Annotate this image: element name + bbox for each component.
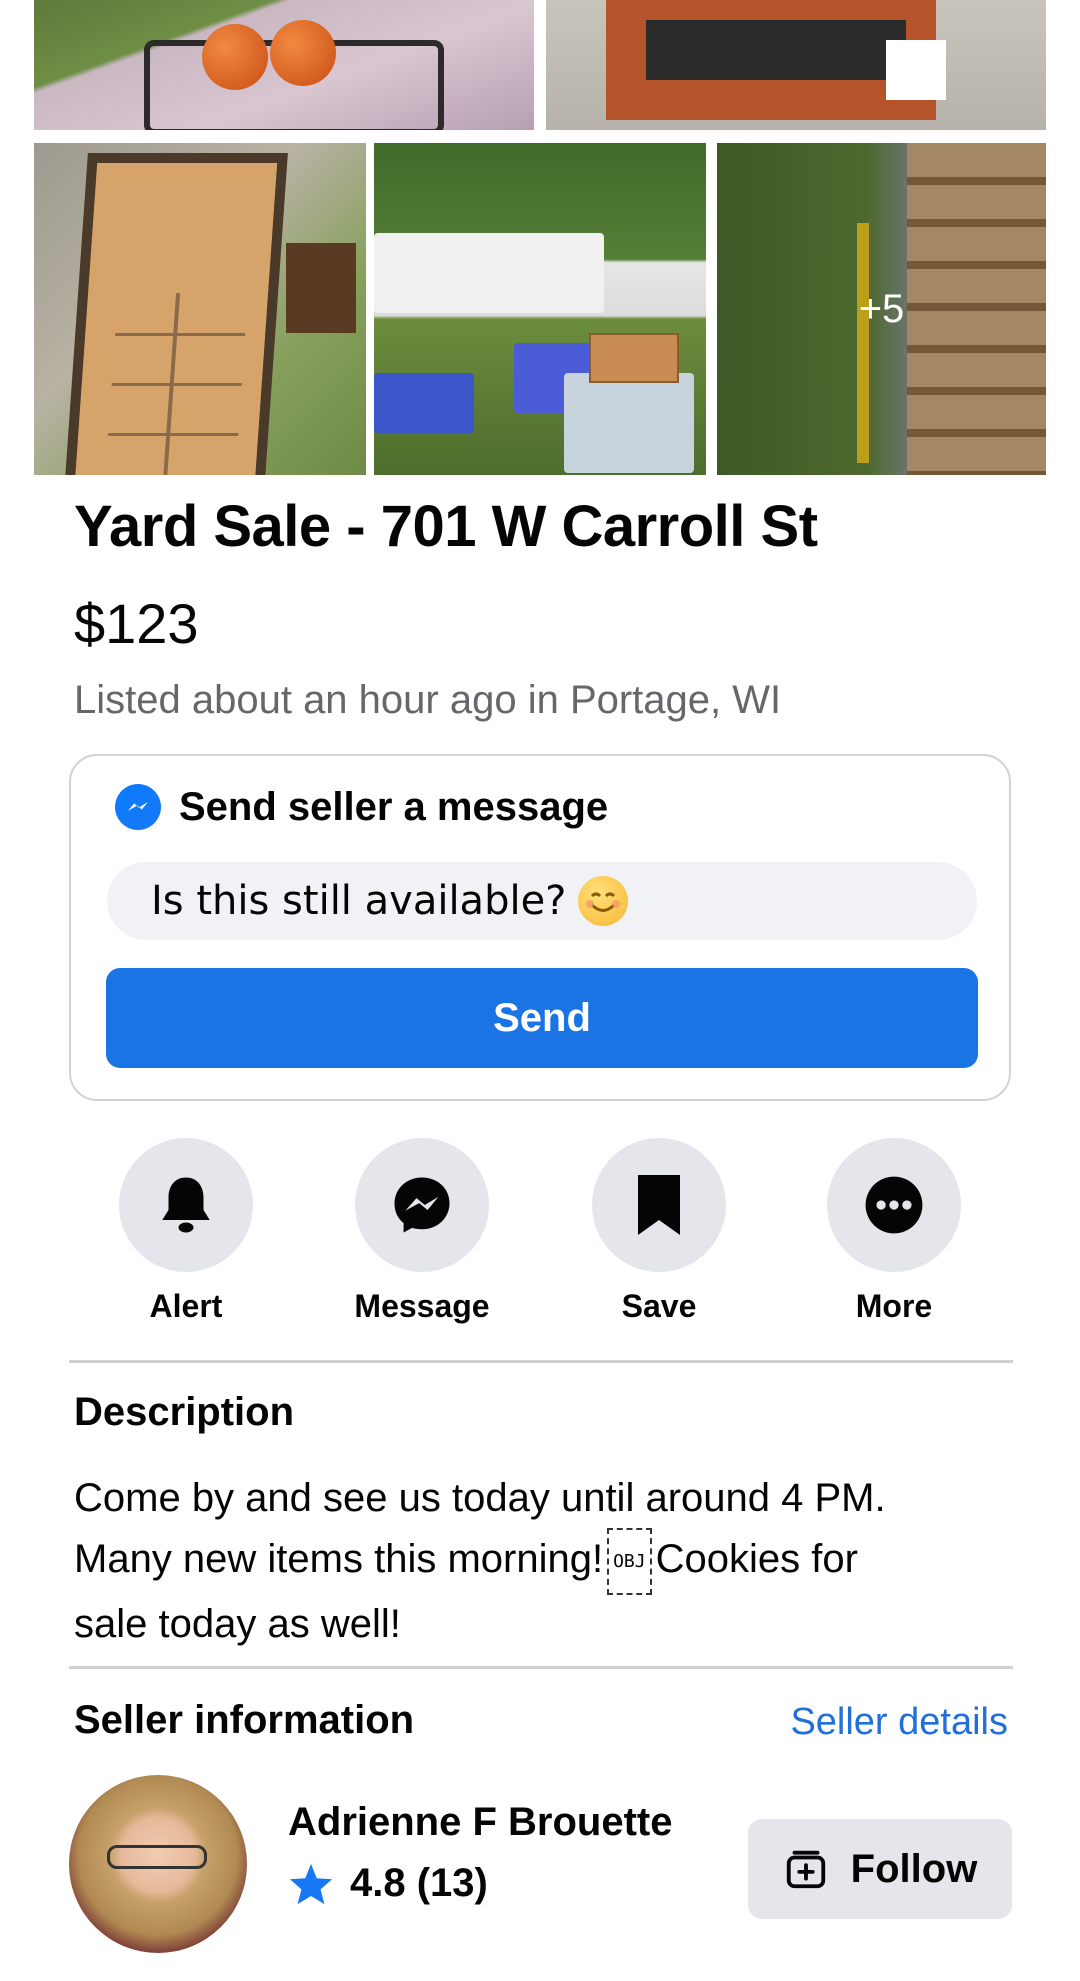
more-button[interactable] [827,1138,961,1272]
table-top-shape [646,20,906,80]
send-message-card: Send seller a message Is this still avai… [69,754,1011,1101]
follow-label: Follow [850,1846,978,1891]
listing-photo-3[interactable] [34,143,366,475]
listing-photo-2[interactable] [546,0,1046,130]
listing-price: $123 [74,592,199,655]
object-replacement-glyph: OBJ [607,1528,652,1595]
ball-shape [202,24,268,90]
seller-rating-value: 4.8 (13) [350,1861,488,1905]
message-action[interactable]: Message [322,1138,522,1325]
listing-photo-5[interactable]: +5 [717,143,1046,475]
listing-title: Yard Sale - 701 W Carroll St [74,494,818,559]
divider [69,1666,1013,1669]
message-button[interactable] [355,1138,489,1272]
description-line: Cookies for [655,1537,858,1582]
bell-icon [162,1177,210,1233]
seller-avatar[interactable] [69,1775,247,1953]
save-action[interactable]: Save [559,1138,759,1325]
board-line [111,383,242,386]
description-line: sale today as well! [74,1602,401,1646]
listing-photo-4[interactable] [374,143,706,475]
bin-shape [564,373,694,473]
listing-photo-1[interactable] [34,0,534,130]
seller-info-heading: Seller information [74,1698,415,1742]
seller-rating: 4.8 (13) [288,1861,488,1906]
message-label: Message [354,1288,490,1324]
send-message-header: Send seller a message [115,784,608,830]
send-button[interactable]: Send [106,968,978,1068]
description-line: Come by and see us today until around 4 … [74,1476,886,1520]
box-shape [286,243,356,333]
shuffleboard-shape [64,153,288,475]
more-label: More [855,1288,933,1324]
description-text: Come by and see us today until around 4 … [74,1469,1014,1654]
listing-meta: Listed about an hour ago in Portage, WI [74,678,782,722]
messenger-icon [115,784,161,830]
seller-name[interactable]: Adrienne F Brouette [288,1800,672,1845]
more-icon [865,1176,923,1234]
bin-shape [374,373,474,433]
alert-button[interactable] [119,1138,253,1272]
star-icon [289,1863,333,1904]
follow-icon [786,1850,825,1889]
glasses-shape [107,1845,207,1869]
description-line: Many new items this morning! [74,1537,604,1582]
save-button[interactable] [592,1138,726,1272]
bookmark-icon [638,1175,680,1235]
seller-details-link[interactable]: Seller details [790,1701,1008,1744]
board-line [108,433,239,436]
follow-button[interactable]: Follow [748,1819,1012,1919]
more-photos-count: +5 [858,286,905,331]
messenger-icon [394,1177,450,1233]
smiling-emoji-icon [578,876,629,926]
ball-shape [270,20,336,86]
message-input-text: Is this still available? [151,878,567,924]
more-photos-overlay[interactable]: +5 [717,143,1046,475]
alert-label: Alert [149,1288,223,1324]
message-input[interactable]: Is this still available? [107,862,977,940]
action-bar: Alert Message Save More [0,1138,1080,1328]
save-label: Save [621,1288,697,1324]
board-line [115,333,246,336]
price-tag-shape [886,40,946,100]
description-heading: Description [74,1390,295,1434]
more-action[interactable]: More [794,1138,994,1325]
alert-action[interactable]: Alert [86,1138,286,1325]
send-message-heading: Send seller a message [179,784,609,829]
divider [69,1360,1013,1363]
table-shape [374,233,604,313]
sign-shape [589,333,679,383]
